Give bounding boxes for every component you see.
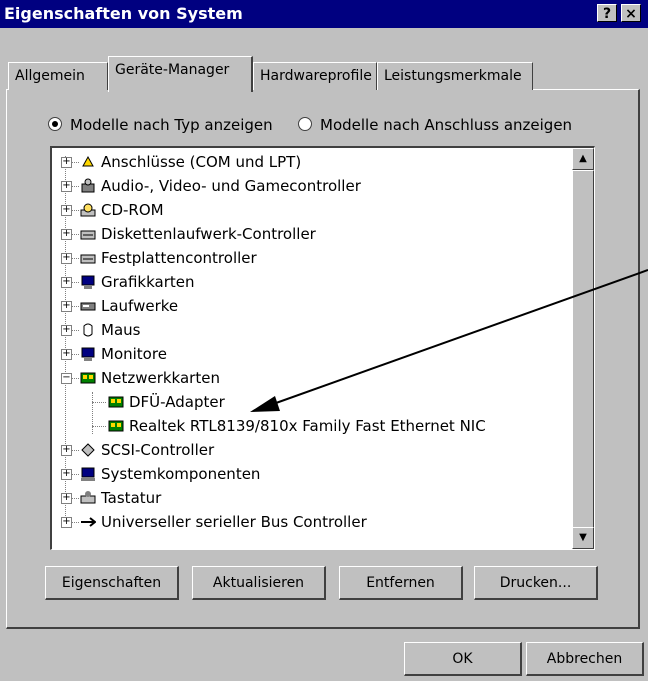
tree-line [71,258,79,259]
scroll-down-icon[interactable]: ▼ [572,527,594,549]
tree-item[interactable]: Diskettenlaufwerk-Controller [80,222,316,246]
tree-item-label: Diskettenlaufwerk-Controller [101,225,316,243]
tree-line [71,186,79,187]
tree-item-label: Tastatur [101,489,162,507]
tree-line [71,498,79,499]
tree-item-label: Anschlüsse (COM und LPT) [101,153,302,171]
help-button[interactable]: ? [597,4,617,22]
tree-line [71,306,79,307]
network-card-icon [108,396,124,408]
scroll-up-icon[interactable]: ▲ [572,148,594,170]
print-button[interactable]: Drucken... [474,566,598,600]
tree-item-label: Monitore [101,345,167,363]
drive-icon [80,302,96,311]
window-title: Eigenschaften von System [4,4,243,23]
keyboard-icon [80,491,96,504]
tree-item-label: Universeller serieller Bus Controller [101,513,367,531]
tree-item[interactable]: Laufwerke [80,294,178,318]
radio-dot [298,117,312,131]
radio-dot [48,117,62,131]
usb-icon [81,517,96,527]
close-button[interactable]: × [621,4,641,22]
tree-line [71,522,79,523]
port-icon [82,155,94,167]
title-bar[interactable]: Eigenschaften von System ? × [0,0,648,28]
cancel-button[interactable]: Abbrechen [526,642,644,676]
floppy-controller-icon [80,230,96,240]
system-icon [81,467,95,481]
tree-item[interactable]: Grafikkarten [80,270,195,294]
tree-item[interactable]: SCSI-Controller [80,438,214,462]
mouse-icon [83,323,93,337]
tree-line [71,330,79,331]
tree-line [92,426,106,427]
tab-device-manager[interactable]: Geräte-Manager [108,56,253,92]
tree-item[interactable]: Audio-, Video- und Gamecontroller [80,174,361,198]
tree-line [71,282,79,283]
tab-hardware-profiles[interactable]: Hardwareprofile [253,62,377,90]
harddisk-controller-icon [80,254,96,264]
update-button[interactable]: Aktualisieren [192,566,326,600]
properties-button[interactable]: Eigenschaften [45,566,179,600]
tree-item[interactable]: Festplattencontroller [80,246,257,270]
tree-item[interactable]: Netzwerkkarten [80,366,220,390]
tree-item[interactable]: Tastatur [80,486,161,510]
tree-item[interactable]: Monitore [80,342,167,366]
tree-item-label: Audio-, Video- und Gamecontroller [101,177,361,195]
radio-by-type-label: Modelle nach Typ anzeigen [70,116,273,134]
tree-item[interactable]: Universeller serieller Bus Controller [80,510,367,534]
tree-item-label: DFÜ-Adapter [129,393,225,411]
tree-line [92,392,93,434]
tree-line [71,234,79,235]
tree-line [71,378,79,379]
ok-button[interactable]: OK [404,642,522,676]
tab-performance[interactable]: Leistungsmerkmale [377,62,533,90]
tree-item[interactable]: CD-ROM [80,198,164,222]
tree-item-label: Grafikkarten [101,273,195,291]
device-tree[interactable]: + Anschlüsse (COM und LPT) + Audio-, Video-… [50,146,595,550]
tree-item-label: Realtek RTL8139/810x Family Fast Etherne… [129,417,486,435]
display-adapter-icon [81,275,95,289]
tree-item[interactable]: DFÜ-Adapter [108,390,225,414]
tree-item-label: Systemkomponenten [101,465,261,483]
scsi-icon [81,443,95,457]
tree-line [71,450,79,451]
tree-item[interactable]: Maus [80,318,140,342]
tree-item[interactable]: Realtek RTL8139/810x Family Fast Etherne… [108,414,486,438]
cdrom-icon [80,203,96,217]
tree-item-label: Laufwerke [101,297,179,315]
tree-item-label: Festplattencontroller [101,249,257,267]
tree-item-label: SCSI-Controller [101,441,215,459]
tree-line [71,474,79,475]
tree-line [71,354,79,355]
system-properties-window: Eigenschaften von System ? × Allgemein G… [0,0,648,681]
tree-line [71,162,79,163]
remove-button[interactable]: Entfernen [339,566,463,600]
scroll-thumb[interactable] [572,170,594,549]
tree-item[interactable]: Systemkomponenten [80,462,260,486]
tab-general[interactable]: Allgemein [8,62,108,90]
network-card-icon [80,372,96,384]
tree-item-label: CD-ROM [101,201,164,219]
tree-line [71,210,79,211]
radio-by-type[interactable]: Modelle nach Typ anzeigen [48,116,273,134]
radio-by-connection[interactable]: Modelle nach Anschluss anzeigen [298,116,572,134]
tree-line [92,402,106,403]
vertical-scrollbar[interactable]: ▲ ▼ [572,148,594,549]
network-card-icon [108,420,124,432]
tree-item-label: Netzwerkkarten [101,369,220,387]
radio-by-connection-label: Modelle nach Anschluss anzeigen [320,116,573,134]
tree-item[interactable]: Anschlüsse (COM und LPT) [80,150,301,174]
monitor-icon [81,347,95,361]
tree-item-label: Maus [101,321,141,339]
audio-icon [81,178,95,193]
